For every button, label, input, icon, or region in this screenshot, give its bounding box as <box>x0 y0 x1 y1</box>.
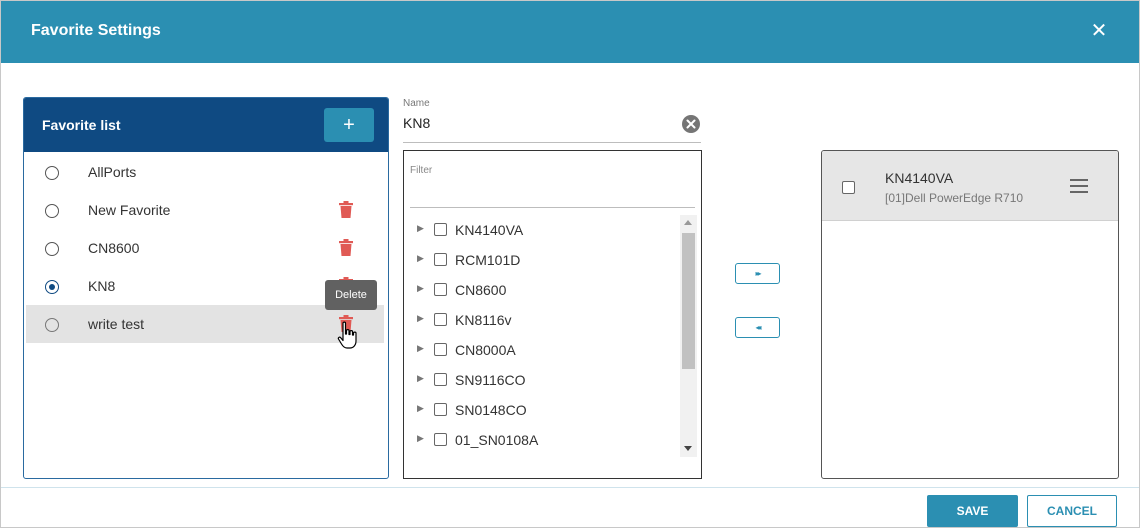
checkbox[interactable] <box>842 181 855 194</box>
close-icon[interactable]: ✕ <box>1085 17 1113 45</box>
checkbox[interactable] <box>434 313 447 326</box>
radio-button[interactable] <box>45 204 59 218</box>
tree-item-label: RCM101D <box>455 252 521 268</box>
tree-item-label: KN8116v <box>455 312 512 328</box>
favorite-item-cn8600[interactable]: CN8600 <box>24 229 388 267</box>
tree-item[interactable]: ▶ SN9116CO <box>404 365 680 395</box>
dialog-title: Favorite Settings <box>31 22 161 39</box>
expand-arrow-icon[interactable]: ▶ <box>417 313 424 324</box>
checkbox[interactable] <box>434 373 447 386</box>
selected-devices-panel: KN4140VA [01]Dell PowerEdge R710 <box>821 150 1119 479</box>
cancel-button[interactable]: CANCEL <box>1027 495 1117 527</box>
checkbox[interactable] <box>434 283 447 296</box>
tree-item-label: SN0148CO <box>455 402 527 418</box>
favorite-item-label: New Favorite <box>88 202 171 218</box>
tree-item-label: 01_SN0108A <box>455 432 539 448</box>
dialog-titlebar: Favorite Settings ✕ <box>1 1 1139 63</box>
favorite-item-write-test[interactable]: write test <box>26 305 384 343</box>
device-tree-panel: Filter ▶ KN4140VA ▶ RCM101D ▶ CN8600 ▶ KN811… <box>403 150 702 479</box>
radio-button[interactable] <box>45 166 59 180</box>
remove-from-favorite-button[interactable]: ◂◂ <box>735 317 780 338</box>
name-field[interactable]: KN8 <box>403 115 430 131</box>
favorite-settings-dialog: Favorite Settings ✕ Favorite list + AllP… <box>0 0 1140 528</box>
selected-device-subtitle: [01]Dell PowerEdge R710 <box>885 191 1024 205</box>
tree-item[interactable]: ▶ KN4140VA <box>404 215 680 245</box>
clear-icon[interactable] <box>682 115 700 133</box>
tree-item[interactable]: ▶ KN8116v <box>404 305 680 335</box>
trash-icon[interactable] <box>339 239 353 256</box>
footer-divider <box>1 487 1139 488</box>
radio-button[interactable] <box>45 318 59 332</box>
drag-handle-icon[interactable] <box>1070 179 1088 193</box>
checkbox[interactable] <box>434 403 447 416</box>
tree-item-label: CN8600 <box>455 282 507 298</box>
tree-item[interactable]: ▶ SN0148CO <box>404 395 680 425</box>
tree-item[interactable]: ▶ 01_SN0108A <box>404 425 680 455</box>
favorite-list-header: Favorite list + <box>24 98 388 152</box>
trash-icon[interactable] <box>339 201 353 218</box>
expand-arrow-icon[interactable]: ▶ <box>417 433 424 444</box>
selected-device-item[interactable]: KN4140VA [01]Dell PowerEdge R710 <box>822 151 1118 221</box>
filter-input[interactable]: Filter <box>410 165 432 176</box>
add-to-favorite-button[interactable]: ▸▸ <box>735 263 780 284</box>
expand-arrow-icon[interactable]: ▶ <box>417 343 424 354</box>
radio-button[interactable] <box>45 242 59 256</box>
expand-arrow-icon[interactable]: ▶ <box>417 283 424 294</box>
scroll-thumb[interactable] <box>682 233 695 369</box>
add-favorite-button[interactable]: + <box>324 108 374 142</box>
favorite-item-label: AllPorts <box>88 164 137 180</box>
selected-device-title: KN4140VA <box>885 170 954 186</box>
expand-arrow-icon[interactable]: ▶ <box>417 403 424 414</box>
tree-scrollbar[interactable] <box>680 215 697 457</box>
device-tree-list: ▶ KN4140VA ▶ RCM101D ▶ CN8600 ▶ KN8116v ▶ CN8… <box>404 215 680 455</box>
delete-tooltip: Delete <box>325 280 377 310</box>
tree-item[interactable]: ▶ CN8000A <box>404 335 680 365</box>
save-button[interactable]: SAVE <box>927 495 1018 527</box>
tree-item-label: CN8000A <box>455 342 516 358</box>
checkbox[interactable] <box>434 343 447 356</box>
tree-item[interactable]: ▶ CN8600 <box>404 275 680 305</box>
checkbox[interactable] <box>434 253 447 266</box>
expand-arrow-icon[interactable]: ▶ <box>417 373 424 384</box>
name-field-caption: Name <box>403 98 430 109</box>
favorite-items: AllPorts New Favorite CN8600 KN8 write t… <box>24 153 388 343</box>
hand-cursor-icon <box>337 321 357 349</box>
favorite-item-label: write test <box>88 316 145 332</box>
expand-arrow-icon[interactable]: ▶ <box>417 223 424 234</box>
scroll-up-icon[interactable] <box>684 220 692 225</box>
scroll-down-icon[interactable] <box>684 446 692 451</box>
favorite-item-allports[interactable]: AllPorts <box>24 153 388 191</box>
filter-underline <box>410 207 695 208</box>
tree-item-label: SN9116CO <box>455 372 526 388</box>
radio-button-checked[interactable] <box>45 280 59 294</box>
favorite-list-title: Favorite list <box>42 117 121 133</box>
tree-item[interactable]: ▶ RCM101D <box>404 245 680 275</box>
favorite-item-label: KN8 <box>88 278 116 294</box>
checkbox[interactable] <box>434 223 447 236</box>
tree-item-label: KN4140VA <box>455 222 524 238</box>
expand-arrow-icon[interactable]: ▶ <box>417 253 424 264</box>
favorite-item-new-favorite[interactable]: New Favorite <box>24 191 388 229</box>
checkbox[interactable] <box>434 433 447 446</box>
favorite-item-label: CN8600 <box>88 240 140 256</box>
name-field-underline <box>403 142 701 143</box>
